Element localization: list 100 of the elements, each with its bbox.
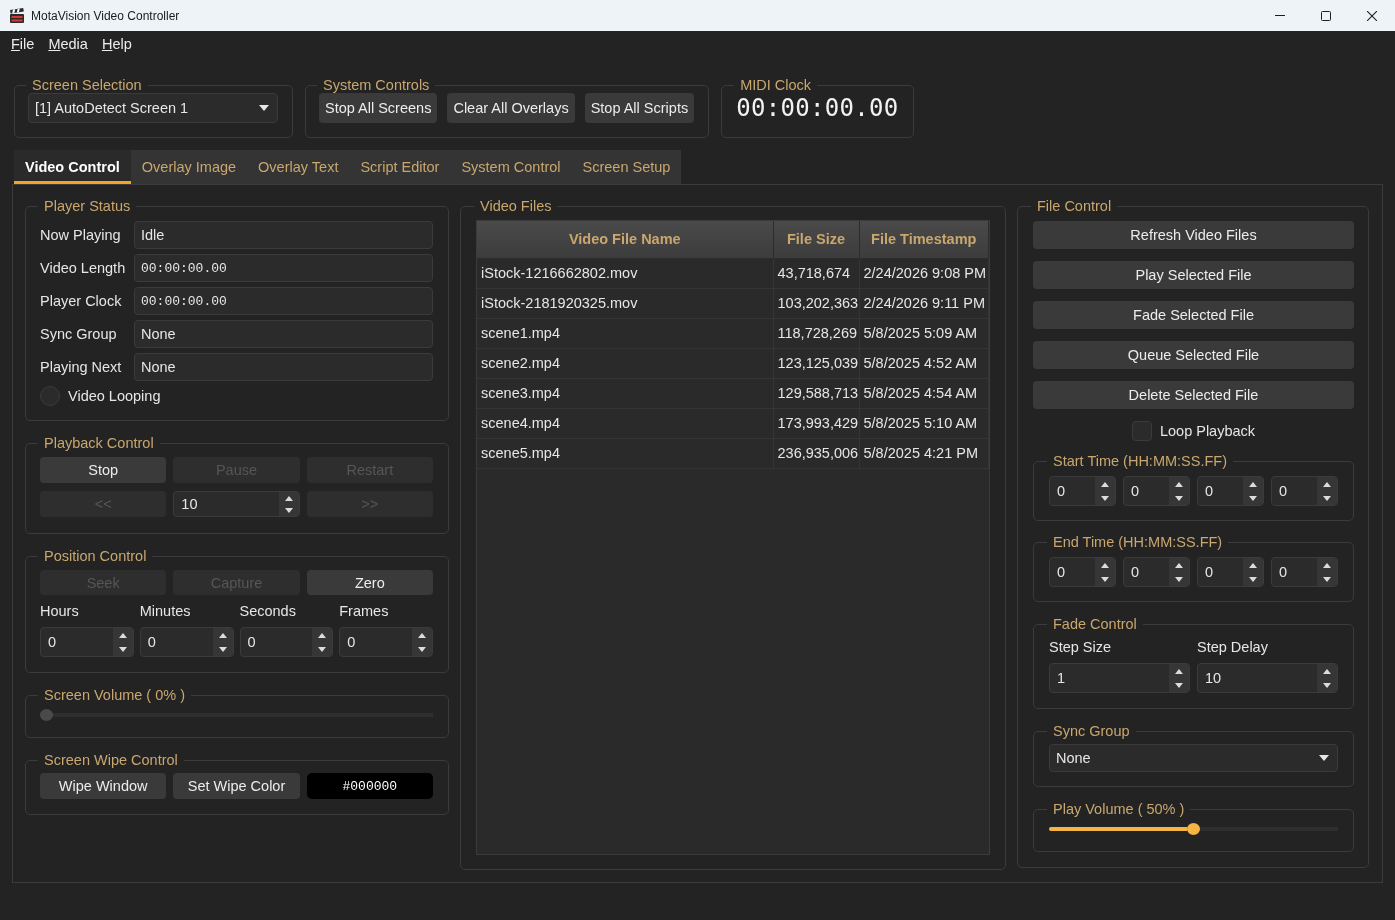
caret-down-icon[interactable] (418, 646, 426, 652)
caret-up-icon[interactable] (1101, 481, 1109, 487)
checkbox-label[interactable]: Video Looping (68, 388, 161, 404)
caret-up-icon[interactable] (1249, 481, 1257, 487)
caret-up-icon[interactable] (1323, 562, 1331, 568)
dropdown[interactable]: None (1049, 744, 1338, 772)
spin-box[interactable]: 0 (1197, 476, 1264, 506)
table-cell[interactable]: scene2.mp4 (477, 348, 773, 378)
system-button[interactable]: Stop All Scripts (584, 93, 695, 123)
caret-up-icon[interactable] (1101, 562, 1109, 568)
table-cell[interactable]: iStock-1216662802.mov (477, 258, 773, 288)
table-cell[interactable]: 173,993,429 (773, 408, 859, 438)
caret-up-icon[interactable] (218, 632, 227, 638)
spin-box[interactable]: 0 (1271, 557, 1338, 587)
caret-down-icon[interactable] (1249, 576, 1257, 582)
spin-box[interactable]: 10 (1197, 663, 1338, 693)
wipe-button[interactable]: Set Wipe Color (173, 773, 300, 799)
caret-down-icon[interactable] (1323, 682, 1331, 688)
group-title: Screen Volume ( 0% ) (43, 687, 187, 703)
caret-up-icon[interactable] (1175, 562, 1183, 568)
slider-handle[interactable] (1187, 823, 1200, 835)
field-label: Step Delay (1197, 639, 1269, 655)
table-cell[interactable]: scene5.mp4 (477, 438, 773, 468)
spin-box[interactable]: 10 (173, 491, 300, 517)
caret-down-icon (1319, 755, 1329, 761)
table-cell[interactable]: scene4.mp4 (477, 408, 773, 438)
caret-down-icon[interactable] (1175, 495, 1183, 501)
table-cell[interactable]: 123,125,039 (773, 348, 859, 378)
table-cell[interactable]: scene3.mp4 (477, 378, 773, 408)
table-cell[interactable]: 2/24/2026 9:11 PM (859, 288, 989, 318)
caret-down-icon[interactable] (1101, 495, 1109, 501)
caret-up-icon[interactable] (1323, 668, 1331, 674)
spin-box[interactable]: 1 (1049, 663, 1190, 693)
table-cell[interactable]: 5/8/2025 5:10 AM (859, 408, 989, 438)
field-label: Sync Group (40, 326, 118, 342)
file-action-button[interactable]: Delete Selected File (1033, 381, 1354, 409)
table-cell[interactable]: 103,202,363 (773, 288, 859, 318)
table-cell[interactable]: scene1.mp4 (477, 318, 773, 348)
caret-up-icon[interactable] (118, 632, 127, 638)
spin-box[interactable]: 0 (1123, 557, 1190, 587)
caret-down-icon[interactable] (1249, 495, 1257, 501)
column-header[interactable]: File Timestamp (859, 221, 989, 258)
spin-box[interactable]: 0 (40, 627, 134, 657)
caret-up-icon[interactable] (284, 495, 293, 501)
caret-up-icon[interactable] (318, 632, 327, 638)
caret-down-icon[interactable] (118, 646, 127, 652)
table-cell[interactable]: 2/24/2026 9:08 PM (859, 258, 989, 288)
caret-down-icon[interactable] (1101, 576, 1109, 582)
file-action-button[interactable]: Fade Selected File (1033, 301, 1354, 329)
file-action-button[interactable]: Refresh Video Files (1033, 221, 1354, 249)
spin-box[interactable]: 0 (339, 627, 433, 657)
wipe-button[interactable]: Wipe Window (40, 773, 167, 799)
menu-item[interactable]: Help (101, 35, 132, 53)
spin-box[interactable]: 0 (1123, 476, 1190, 506)
field-label: Minutes (139, 603, 192, 619)
table-cell[interactable]: 236,935,006 (773, 438, 859, 468)
caret-down-icon[interactable] (1323, 495, 1331, 501)
table-cell[interactable]: 5/8/2025 4:54 AM (859, 378, 989, 408)
table-cell[interactable]: 129,588,713 (773, 378, 859, 408)
file-action-button[interactable]: Queue Selected File (1033, 341, 1354, 369)
table-cell[interactable]: 43,718,674 (773, 258, 859, 288)
spin-box[interactable]: 0 (139, 627, 234, 657)
system-button[interactable]: Clear All Overlays (447, 93, 575, 123)
caret-down-icon[interactable] (318, 646, 327, 652)
spin-box[interactable]: 0 (1271, 476, 1338, 506)
caret-down-icon[interactable] (1175, 576, 1183, 582)
table-cell[interactable]: 5/8/2025 4:52 AM (859, 348, 989, 378)
caret-up-icon[interactable] (1249, 562, 1257, 568)
menu-item[interactable]: File (11, 35, 35, 53)
dropdown[interactable]: [1] AutoDetect Screen 1 (28, 93, 278, 123)
field-label: Frames (339, 603, 390, 619)
spin-box[interactable]: 0 (239, 627, 334, 657)
table-cell[interactable]: 5/8/2025 4:21 PM (859, 438, 989, 468)
caret-down-icon[interactable] (218, 646, 227, 652)
file-action-button[interactable]: Play Selected File (1033, 261, 1354, 289)
table-cell[interactable]: iStock-2181920325.mov (477, 288, 773, 318)
spin-box[interactable]: 0 (1197, 557, 1264, 587)
caret-up-icon[interactable] (1175, 481, 1183, 487)
menu-item[interactable]: Media (48, 35, 88, 53)
playback-button[interactable]: Stop (40, 457, 167, 483)
caret-down-icon[interactable] (1175, 682, 1183, 688)
system-button[interactable]: Stop All Screens (319, 93, 438, 123)
checkbox-label[interactable]: Loop Playback (1159, 423, 1256, 439)
caret-up-icon[interactable] (1323, 481, 1331, 487)
position-button[interactable]: Zero (306, 570, 433, 595)
column-header[interactable]: File Size (773, 221, 859, 258)
spin-box[interactable]: 0 (1049, 476, 1116, 506)
close-icon (1367, 10, 1377, 21)
checkbox[interactable] (1131, 421, 1152, 441)
tab[interactable]: Video Control (14, 150, 131, 184)
column-header[interactable]: Video File Name (477, 221, 773, 258)
caret-down-icon[interactable] (284, 507, 293, 513)
caret-down-icon[interactable] (1323, 576, 1331, 582)
caret-up-icon[interactable] (418, 632, 426, 638)
spin-box[interactable]: 0 (1049, 557, 1116, 587)
table-cell[interactable]: 5/8/2025 5:09 AM (859, 318, 989, 348)
group-title: MIDI Clock (739, 77, 813, 93)
caret-up-icon[interactable] (1175, 668, 1183, 674)
table-cell[interactable]: 118,728,269 (773, 318, 859, 348)
field-label: Video Length (40, 260, 127, 276)
